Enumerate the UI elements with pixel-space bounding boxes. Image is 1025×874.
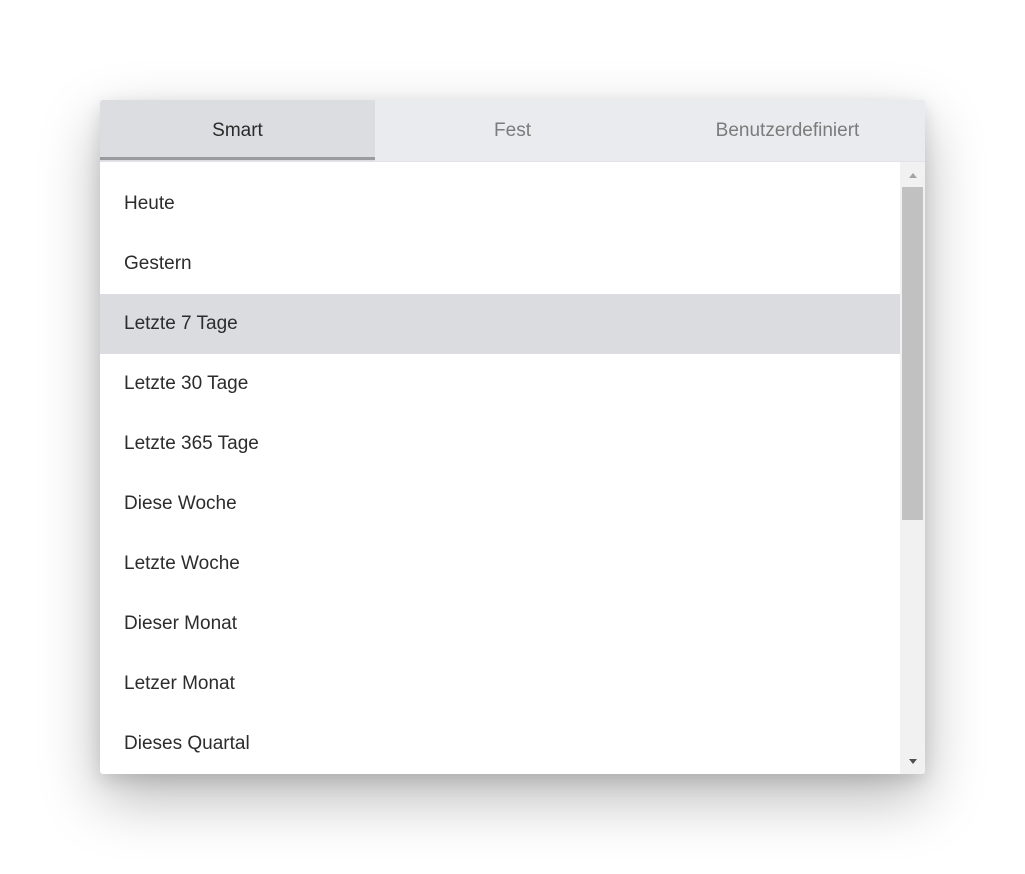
list-item-letzte-woche[interactable]: Letzte Woche <box>100 534 900 594</box>
list-item-letzte-365-tage[interactable]: Letzte 365 Tage <box>100 414 900 474</box>
tab-label: Benutzerdefiniert <box>715 119 860 141</box>
scrollbar[interactable] <box>900 162 925 774</box>
list-item-label: Letzte 7 Tage <box>124 313 238 334</box>
tab-bar: Smart Fest Benutzerdefiniert <box>100 100 925 162</box>
list-item-dieser-monat[interactable]: Dieser Monat <box>100 594 900 654</box>
preset-list: Heute Gestern Letzte 7 Tage Letzte 30 Ta… <box>100 162 900 774</box>
list-item-gestern[interactable]: Gestern <box>100 234 900 294</box>
tab-smart[interactable]: Smart <box>100 100 375 161</box>
tab-fest[interactable]: Fest <box>375 100 650 161</box>
list-item-letzte-30-tage[interactable]: Letzte 30 Tage <box>100 354 900 414</box>
list-item-diese-woche[interactable]: Diese Woche <box>100 474 900 534</box>
tab-label: Smart <box>212 119 263 141</box>
list-item-label: Gestern <box>124 253 192 274</box>
list-item-label: Diese Woche <box>124 493 237 514</box>
list-item-label: Letzer Monat <box>124 673 235 694</box>
list-item-letzer-monat[interactable]: Letzer Monat <box>100 654 900 714</box>
list-item-heute[interactable]: Heute <box>100 174 900 234</box>
triangle-up-icon <box>908 172 917 178</box>
scroll-up-button[interactable] <box>900 164 925 186</box>
list-item-label: Dieses Quartal <box>124 733 250 754</box>
list-item-label: Letzte 30 Tage <box>124 373 249 394</box>
list-item-label: Letzte Woche <box>124 553 240 574</box>
list-item-letzte-7-tage[interactable]: Letzte 7 Tage <box>100 294 900 354</box>
scrollbar-thumb[interactable] <box>902 187 923 520</box>
scroll-down-button[interactable] <box>900 750 925 772</box>
list-item-dieses-quartal[interactable]: Dieses Quartal <box>100 714 900 774</box>
date-range-popup: Smart Fest Benutzerdefiniert Heute Geste… <box>100 100 925 774</box>
tab-benutzerdefiniert[interactable]: Benutzerdefiniert <box>650 100 925 161</box>
list-item-label: Dieser Monat <box>124 613 237 634</box>
list-item-label: Heute <box>124 193 175 214</box>
list-item-label: Letzte 365 Tage <box>124 433 259 454</box>
tab-label: Fest <box>494 119 531 141</box>
triangle-down-icon <box>908 758 917 764</box>
